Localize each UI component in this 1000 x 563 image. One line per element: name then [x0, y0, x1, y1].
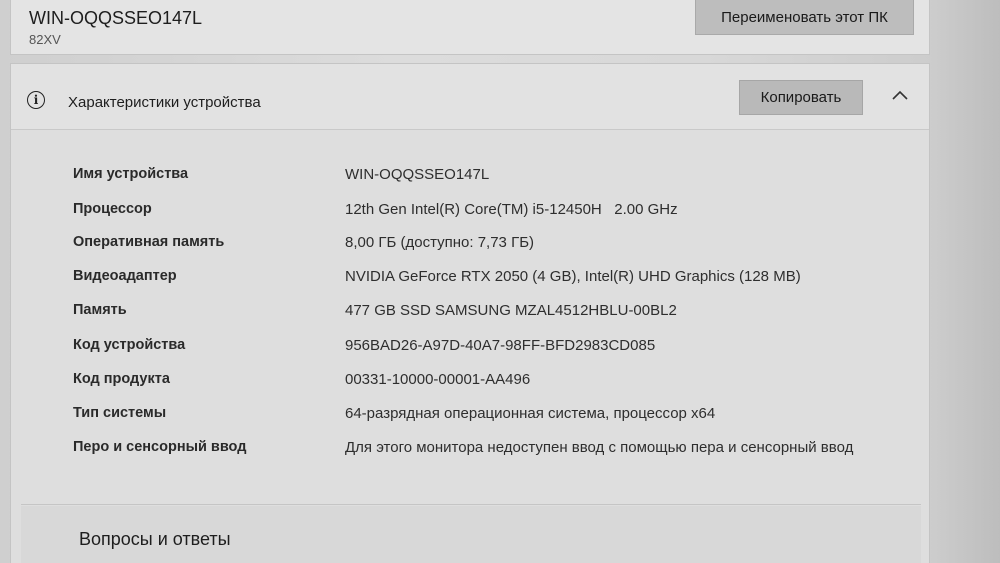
spec-row-device-id: Код устройства 956BAD26-A97D-40A7-98FF-B… — [11, 337, 911, 367]
spec-label: Перо и сенсорный ввод — [73, 439, 247, 455]
spec-value: 12th Gen Intel(R) Core(TM) i5-12450H 2.0… — [345, 201, 678, 218]
spec-label: Процессор — [73, 201, 152, 217]
faq-title: Вопросы и ответы — [79, 529, 231, 549]
spec-label: Оперативная память — [73, 234, 225, 250]
device-specs-card: i Характеристики устройства Копировать И… — [10, 63, 930, 563]
spec-label: Код устройства — [73, 337, 186, 353]
spec-label: Память — [73, 302, 127, 318]
device-specs-list: Имя устройства WIN-OQQSSEO147L Процессор… — [11, 130, 929, 506]
spec-row-system-type: Тип системы 64-разрядная операционная си… — [11, 405, 911, 435]
spec-value: 956BAD26-A97D-40A7-98FF-BFD2983CD085 — [345, 337, 656, 354]
device-model: 82XV — [29, 32, 61, 47]
spec-row-storage: Память 477 GB SSD SAMSUNG MZAL4512HBLU-0… — [11, 302, 911, 332]
rename-pc-button[interactable]: Переименовать этот ПК — [695, 0, 914, 35]
device-specs-title: Характеристики устройства — [68, 94, 261, 111]
spec-label: Видеоадаптер — [73, 268, 177, 284]
spec-label: Имя устройства — [73, 166, 189, 182]
spec-value: Для этого монитора недоступен ввод с пом… — [345, 439, 854, 456]
faq-section[interactable]: Вопросы и ответы — [21, 506, 921, 563]
spec-row-product-id: Код продукта 00331-10000-00001-AA496 — [11, 371, 911, 401]
spec-row-processor: Процессор 12th Gen Intel(R) Core(TM) i5-… — [11, 201, 911, 231]
spec-row-device-name: Имя устройства WIN-OQQSSEO147L — [11, 166, 911, 196]
spec-value: 8,00 ГБ (доступно: 7,73 ГБ) — [345, 234, 535, 251]
section-divider — [21, 504, 921, 505]
copy-button[interactable]: Копировать — [739, 80, 863, 115]
info-icon: i — [27, 91, 45, 109]
device-name: WIN-OQQSSEO147L — [29, 8, 203, 28]
spec-label: Код продукта — [73, 371, 170, 387]
window-edge — [930, 0, 1000, 563]
spec-row-ram: Оперативная память 8,00 ГБ (доступно: 7,… — [11, 234, 911, 264]
spec-value: NVIDIA GeForce RTX 2050 (4 GB), Intel(R)… — [345, 268, 801, 285]
settings-window: WIN-OQQSSEO147L 82XV Переименовать этот … — [0, 0, 1000, 563]
device-name-card: WIN-OQQSSEO147L 82XV Переименовать этот … — [10, 0, 930, 55]
spec-row-pen-touch: Перо и сенсорный ввод Для этого монитора… — [11, 439, 911, 489]
spec-value: WIN-OQQSSEO147L — [345, 166, 490, 183]
spec-value: 64-разрядная операционная система, проце… — [345, 405, 716, 422]
chevron-up-icon[interactable] — [891, 88, 909, 102]
spec-value: 00331-10000-00001-AA496 — [345, 371, 531, 388]
spec-label: Тип системы — [73, 405, 167, 421]
device-specs-header[interactable]: i Характеристики устройства Копировать — [11, 64, 929, 130]
spec-row-gpu: Видеоадаптер NVIDIA GeForce RTX 2050 (4 … — [11, 268, 911, 298]
spec-value: 477 GB SSD SAMSUNG MZAL4512HBLU-00BL2 — [345, 302, 677, 319]
